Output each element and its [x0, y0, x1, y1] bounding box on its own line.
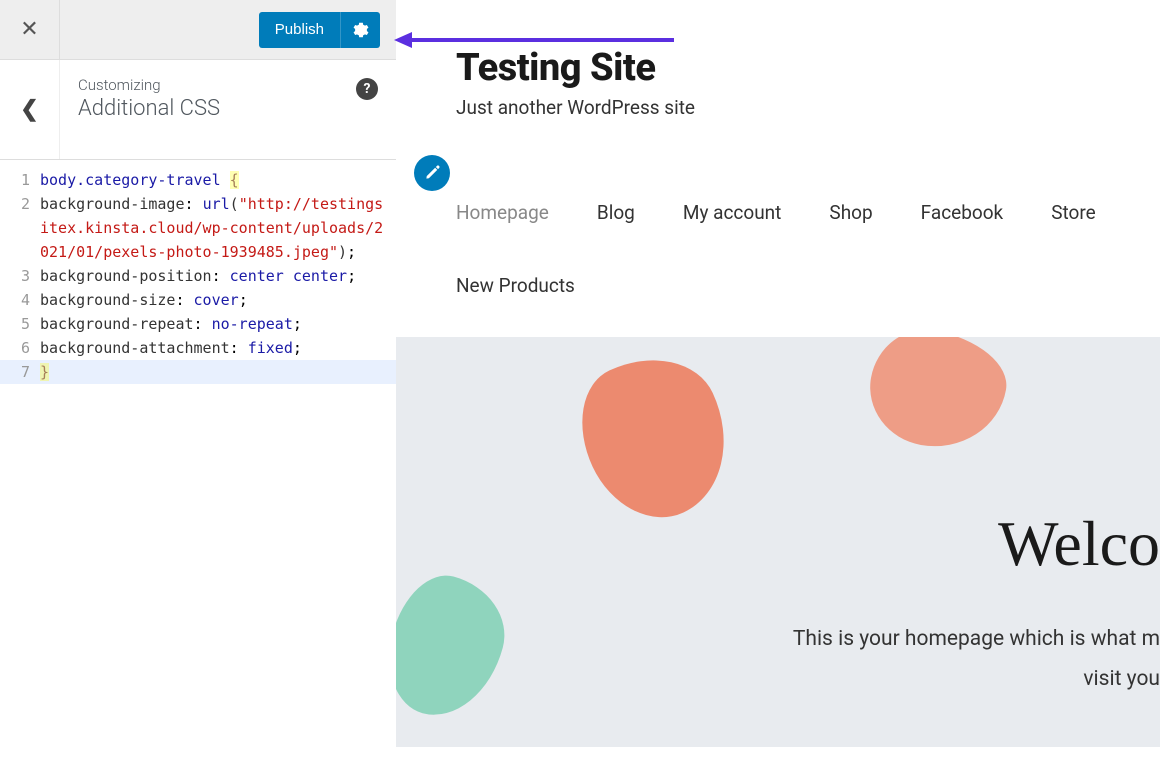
- line-number: 6: [0, 336, 40, 360]
- nav-item[interactable]: Facebook: [921, 201, 1004, 224]
- nav-item[interactable]: New Products: [456, 274, 575, 297]
- customizer-sidebar: ❮ Customizing Additional CSS ? 1body.cat…: [0, 60, 396, 778]
- nav-item[interactable]: Store: [1051, 201, 1096, 224]
- line-number: 7: [0, 360, 40, 384]
- hero-title: Welco: [998, 507, 1160, 581]
- close-customizer-button[interactable]: ✕: [0, 0, 60, 60]
- code-line[interactable]: 2background-image: url("http://testingsi…: [0, 192, 396, 264]
- nav-item[interactable]: Homepage: [456, 201, 549, 224]
- close-icon: ✕: [20, 17, 38, 42]
- code-line[interactable]: 3background-position: center center;: [0, 264, 396, 288]
- back-button[interactable]: ❮: [0, 60, 60, 159]
- line-number: 1: [0, 168, 40, 192]
- publish-button-group: Publish: [259, 12, 380, 48]
- code-content[interactable]: background-image: url("http://testingsit…: [40, 192, 396, 264]
- header-actions: Publish: [60, 12, 396, 48]
- publish-button[interactable]: Publish: [259, 12, 340, 48]
- customizing-label: Customizing: [78, 76, 378, 94]
- code-content[interactable]: }: [40, 360, 57, 384]
- code-content[interactable]: body.category-travel {: [40, 168, 247, 192]
- code-line[interactable]: 6background-attachment: fixed;: [0, 336, 396, 360]
- decorative-blob: [396, 565, 517, 729]
- site-tagline: Just another WordPress site: [456, 96, 1100, 119]
- code-line[interactable]: 5background-repeat: no-repeat;: [0, 312, 396, 336]
- line-number: 3: [0, 264, 40, 288]
- help-icon: ?: [364, 81, 371, 97]
- primary-nav-row2: New Products: [396, 224, 1160, 337]
- chevron-left-icon: ❮: [20, 97, 38, 122]
- decorative-blob: [861, 337, 1014, 458]
- nav-item[interactable]: Blog: [597, 201, 635, 224]
- section-titles: Customizing Additional CSS ?: [60, 60, 396, 159]
- hero-subtitle-line1: This is your homepage which is what m: [793, 627, 1160, 651]
- gear-icon: [353, 22, 369, 38]
- site-preview: Testing Site Just another WordPress site…: [396, 0, 1160, 778]
- hero-subtitle-line2: visit you: [1083, 667, 1160, 691]
- nav-item[interactable]: My account: [683, 201, 782, 224]
- code-content[interactable]: background-size: cover;: [40, 288, 256, 312]
- code-content[interactable]: background-position: center center;: [40, 264, 364, 288]
- line-number: 5: [0, 312, 40, 336]
- customizer-header: ✕ Publish: [0, 0, 396, 60]
- pencil-icon: [424, 165, 440, 181]
- code-line[interactable]: 1body.category-travel {: [0, 168, 396, 192]
- line-number: 2: [0, 192, 40, 264]
- section-title: Additional CSS: [78, 96, 378, 121]
- help-button[interactable]: ?: [356, 78, 378, 100]
- edit-shortcut-button[interactable]: [414, 155, 450, 191]
- line-number: 4: [0, 288, 40, 312]
- code-content[interactable]: background-attachment: fixed;: [40, 336, 310, 360]
- section-header: ❮ Customizing Additional CSS ?: [0, 60, 396, 160]
- decorative-blob: [559, 337, 754, 539]
- code-content[interactable]: background-repeat: no-repeat;: [40, 312, 310, 336]
- site-header: Testing Site Just another WordPress site: [396, 0, 1160, 129]
- css-code-editor[interactable]: 1body.category-travel {2background-image…: [0, 160, 396, 384]
- publish-settings-button[interactable]: [340, 12, 380, 48]
- code-line[interactable]: 4background-size: cover;: [0, 288, 396, 312]
- code-line[interactable]: 7}: [0, 360, 396, 384]
- site-title[interactable]: Testing Site: [456, 46, 1100, 90]
- hero-section: Welco This is your homepage which is wha…: [396, 337, 1160, 747]
- nav-item[interactable]: Shop: [829, 201, 872, 224]
